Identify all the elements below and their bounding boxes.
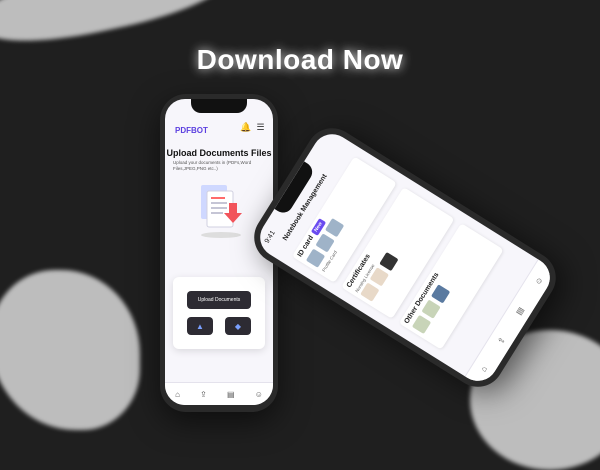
phone-notch-2 — [274, 161, 316, 217]
upload-icon[interactable]: ⇪ — [200, 390, 207, 399]
profile-icon[interactable]: ☺ — [255, 390, 263, 399]
profile-icon[interactable]: ☺ — [532, 275, 544, 287]
bottom-nav: ⌂ ⇪ ▤ ☺ — [165, 382, 273, 405]
documents-icon[interactable]: ▤ — [227, 390, 235, 399]
bell-icon[interactable]: 🔔 — [240, 123, 251, 132]
google-drive-button[interactable]: ▲ — [187, 317, 213, 335]
phone-upload-screen: PDFBOT 🔔 ☰ Upload Documents Files Upload… — [165, 99, 273, 405]
download-headline[interactable]: Download Now — [0, 44, 600, 76]
dropbox-button[interactable]: ◆ — [225, 317, 251, 335]
app-brand: PDFBOT — [175, 126, 208, 135]
phone-notebook-screen: 9:41 Notebook Management ID cardNew Prof… — [252, 126, 558, 389]
home-icon[interactable]: ⌂ — [478, 364, 488, 373]
upload-documents-button[interactable]: Upload Documents — [187, 291, 251, 309]
home-icon[interactable]: ⌂ — [175, 390, 180, 399]
document-illustration — [201, 185, 242, 238]
documents-icon[interactable]: ▤ — [514, 305, 526, 316]
dropbox-icon: ◆ — [234, 321, 242, 331]
upload-icon[interactable]: ⇪ — [496, 335, 507, 345]
upload-description: Upload your documents in (PDFs,Word File… — [173, 160, 252, 171]
upload-card: Upload Documents ▲ ◆ — [173, 277, 265, 349]
brush-stroke-left — [0, 270, 140, 430]
menu-icon[interactable]: ☰ — [256, 123, 265, 132]
phone-notch — [191, 99, 247, 113]
upload-title: Upload Documents Files — [166, 148, 272, 158]
status-time: 9:41 — [263, 229, 277, 245]
drive-icon: ▲ — [196, 321, 204, 331]
